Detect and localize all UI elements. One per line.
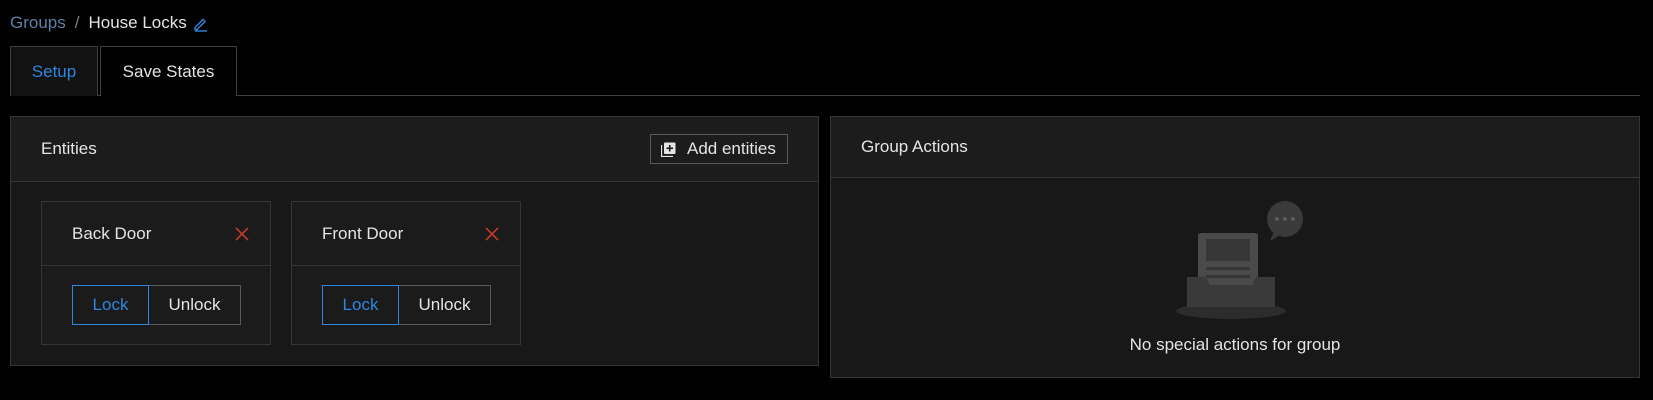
add-entities-label: Add entities	[687, 139, 776, 158]
unlock-button[interactable]: Unlock	[399, 285, 491, 325]
tab-setup[interactable]: Setup	[10, 46, 98, 96]
tab-save-states[interactable]: Save States	[100, 46, 237, 96]
lock-button[interactable]: Lock	[322, 285, 399, 325]
pencil-icon[interactable]	[192, 15, 209, 32]
entities-panel-header: Entities Add entities	[11, 117, 818, 182]
breadcrumb-separator: /	[74, 13, 80, 32]
lock-button[interactable]: Lock	[72, 285, 149, 325]
group-actions-panel-title: Group Actions	[861, 137, 968, 156]
close-icon[interactable]	[234, 226, 250, 242]
entity-card-header: Front Door	[292, 202, 520, 266]
empty-state-message: No special actions for group	[1129, 335, 1341, 354]
group-actions-panel: Group Actions No special actions for gro…	[830, 116, 1640, 378]
entities-panel: Entities Add entities Back Door Lock Unl…	[10, 116, 819, 366]
entity-name: Back Door	[72, 223, 152, 243]
breadcrumb: Groups / House Locks	[10, 12, 209, 34]
entity-card: Back Door Lock Unlock	[41, 201, 271, 345]
add-entities-button[interactable]: Add entities	[650, 134, 788, 164]
lock-toggle-group: Lock Unlock	[322, 285, 491, 325]
tab-bar: Setup Save States	[10, 46, 1640, 96]
breadcrumb-current: House Locks	[88, 13, 187, 32]
entity-name: Front Door	[322, 223, 404, 243]
close-icon[interactable]	[484, 226, 500, 242]
entity-card: Front Door Lock Unlock	[291, 201, 521, 345]
add-box-icon	[661, 142, 676, 157]
unlock-button[interactable]: Unlock	[149, 285, 241, 325]
lock-toggle-group: Lock Unlock	[72, 285, 241, 325]
entities-panel-title: Entities	[41, 139, 97, 158]
entity-card-header: Back Door	[42, 202, 270, 266]
group-actions-panel-header: Group Actions	[831, 117, 1639, 178]
breadcrumb-groups-link[interactable]: Groups	[10, 13, 66, 33]
empty-inbox-illustration	[1176, 195, 1316, 320]
